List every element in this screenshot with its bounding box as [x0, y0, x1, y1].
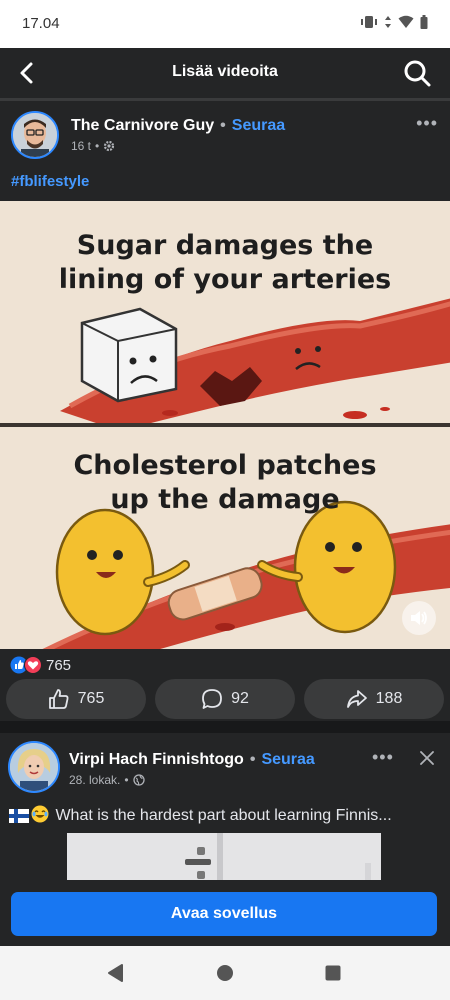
more-options-icon[interactable]: •••	[416, 113, 438, 134]
status-time: 17.04	[22, 15, 60, 32]
home-circle-icon[interactable]	[216, 963, 234, 983]
caption-top: Sugar damages the lining of your arterie…	[0, 229, 450, 297]
post-meta: 28. lokak. •	[69, 773, 145, 787]
status-bar: 17.04	[0, 0, 450, 48]
share-button[interactable]: 188	[304, 679, 444, 719]
status-icons	[360, 15, 428, 29]
reaction-count: 765	[46, 656, 72, 674]
hashtag-link[interactable]: #fblifestyle	[11, 173, 89, 190]
like-button[interactable]: 765	[6, 679, 146, 719]
vibrate-icon	[361, 16, 377, 28]
back-triangle-icon[interactable]	[106, 963, 124, 983]
wifi-icon	[398, 15, 414, 28]
finland-flag-icon	[9, 809, 29, 823]
sound-toggle-button[interactable]	[402, 601, 436, 635]
image-panel-top: Sugar damages the lining of your arterie…	[0, 201, 450, 423]
image-panel-bottom: Cholesterol patches up the damage	[0, 427, 450, 649]
post-time: 16 t	[71, 139, 92, 153]
separator-dot: •	[249, 751, 256, 768]
like-count: 765	[77, 690, 105, 707]
author-line: Virpi Hach Finnishtogo • Seuraa	[69, 751, 315, 769]
post-image[interactable]: Sugar damages the lining of your arterie…	[0, 201, 450, 649]
app-header: Lisää videoita	[0, 48, 450, 98]
open-app-bar: Avaa sovellus	[0, 880, 450, 946]
battery-icon	[420, 15, 428, 29]
caption-bottom: Cholesterol patches up the damage	[0, 449, 450, 517]
post-text-body: What is the hardest part about learning …	[55, 807, 392, 824]
caption-line: lining of your arteries	[58, 264, 392, 295]
share-arrow-icon	[346, 690, 367, 708]
post-meta: 16 t •	[71, 139, 115, 153]
avatar[interactable]	[8, 741, 60, 793]
more-options-icon[interactable]: •••	[372, 747, 394, 768]
speaker-icon	[411, 611, 427, 625]
laughing-face-icon	[31, 805, 49, 823]
video-feed[interactable]: The Carnivore Guy • Seuraa 16 t • ••• #fbl…	[0, 101, 450, 891]
comment-icon	[202, 689, 222, 709]
search-icon[interactable]	[402, 58, 432, 88]
share-count: 188	[375, 690, 403, 707]
data-arrows-icon	[385, 16, 391, 28]
reaction-icons	[10, 656, 42, 674]
system-nav-bar	[0, 946, 450, 1000]
comment-count: 92	[231, 690, 249, 707]
author-line: The Carnivore Guy • Seuraa	[71, 117, 285, 135]
post-date: 28. lokak.	[69, 773, 121, 787]
separator-dot: •	[220, 117, 226, 134]
globe-icon	[132, 774, 145, 786]
comment-button[interactable]: 92	[155, 679, 295, 719]
recents-square-icon[interactable]	[324, 963, 342, 983]
follow-button[interactable]: Seuraa	[232, 117, 285, 134]
avatar[interactable]	[11, 111, 59, 159]
post-card: The Carnivore Guy • Seuraa 16 t • ••• #fbl…	[0, 101, 450, 721]
post-card: Virpi Hach Finnishtogo • Seuraa 28. lokak.…	[0, 733, 450, 891]
author-name[interactable]: Virpi Hach Finnishtogo	[69, 751, 244, 768]
close-icon[interactable]	[418, 749, 436, 767]
caption-line: up the damage	[110, 484, 340, 515]
thumbs-up-icon	[48, 689, 69, 709]
meta-dot: •	[124, 773, 129, 787]
page-title: Lisää videoita	[172, 63, 278, 80]
caption-line: Cholesterol patches	[73, 450, 377, 481]
love-reaction-icon	[24, 656, 42, 674]
author-name[interactable]: The Carnivore Guy	[71, 117, 214, 134]
follow-button[interactable]: Seuraa	[261, 751, 314, 768]
post-text: What is the hardest part about learning …	[9, 805, 439, 825]
caption-line: Sugar damages the	[76, 230, 374, 261]
open-app-button[interactable]: Avaa sovellus	[11, 892, 437, 936]
gear-icon	[104, 140, 115, 152]
reactions-summary[interactable]: 765	[10, 655, 71, 675]
meta-dot: •	[95, 139, 100, 153]
